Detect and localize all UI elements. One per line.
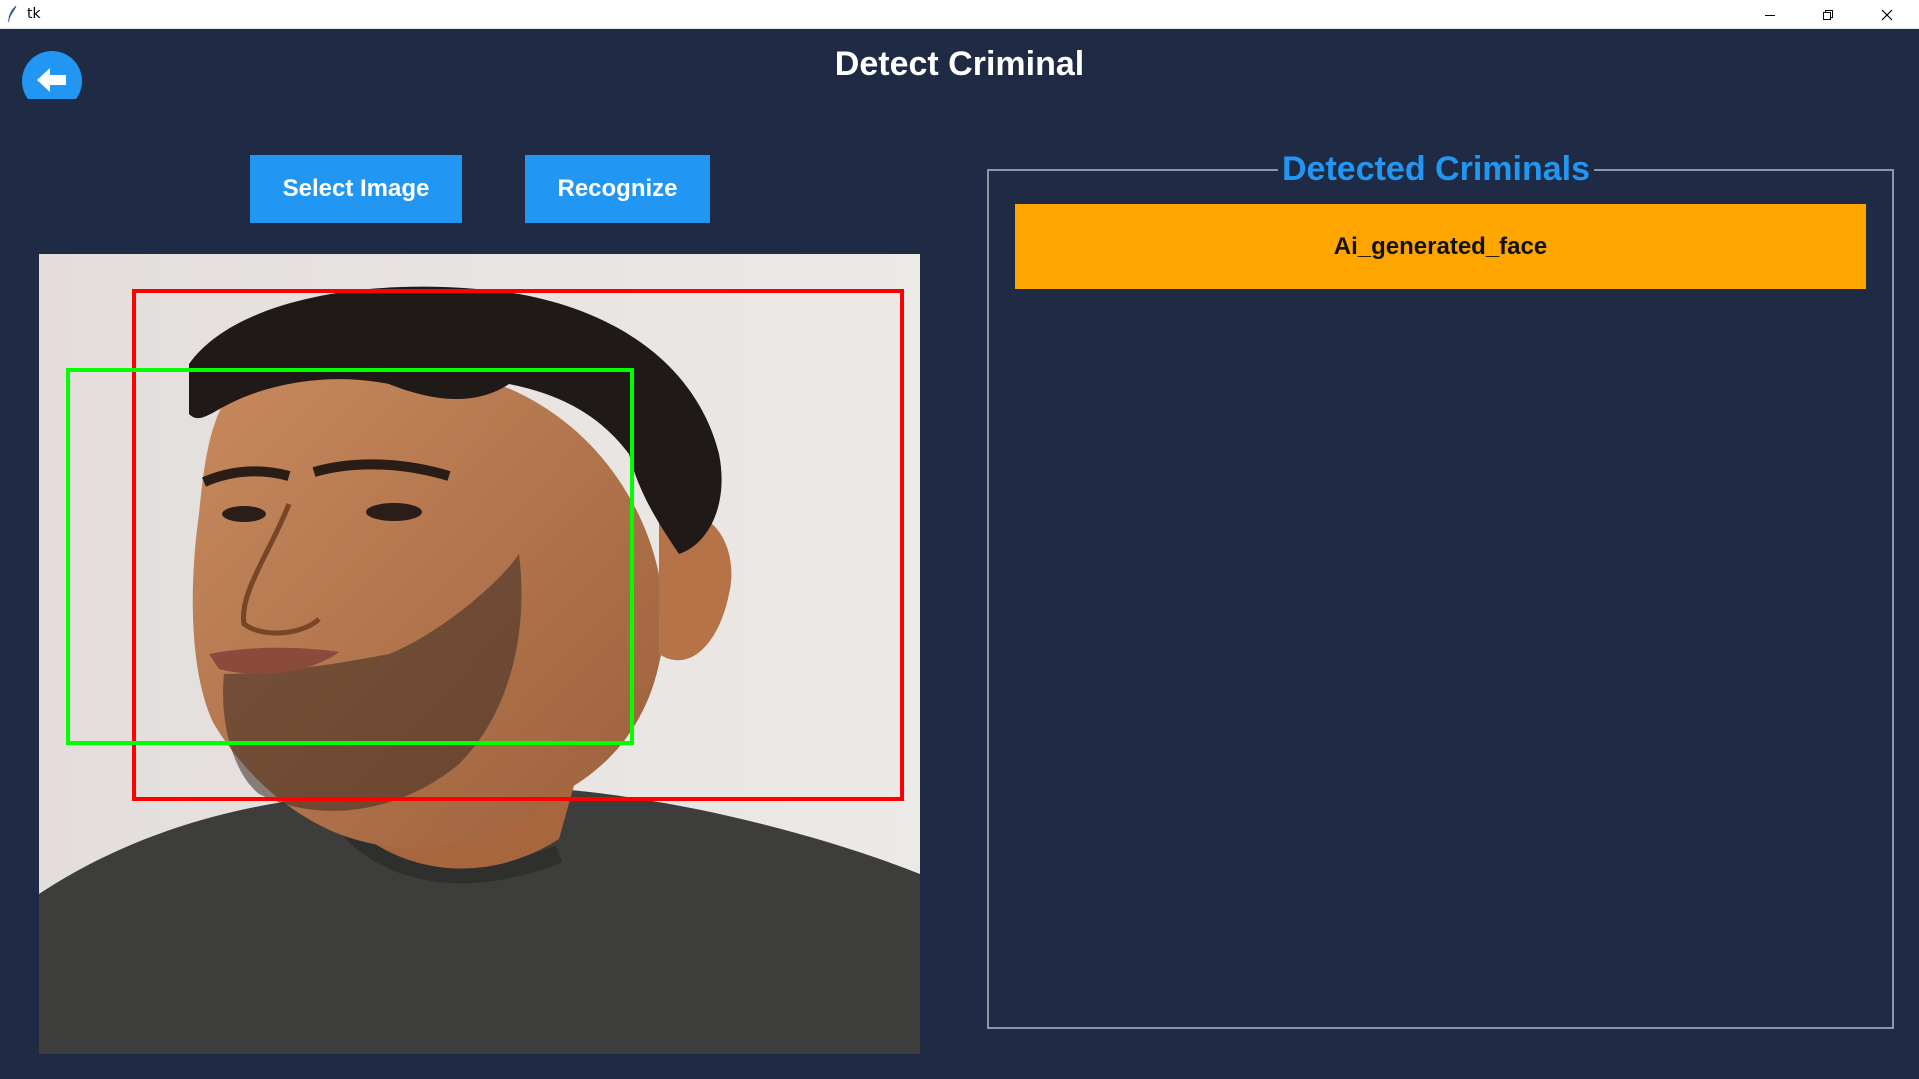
recognize-button[interactable]: Recognize: [525, 155, 710, 223]
detected-criminals-panel: [987, 169, 1894, 1029]
main-content: Detect Criminal Select Image Recognize D…: [0, 29, 1919, 1079]
close-icon: [1881, 9, 1893, 20]
close-button[interactable]: [1858, 0, 1916, 29]
detected-criminal-item[interactable]: Ai_generated_face: [1015, 204, 1866, 289]
restore-icon: [1823, 9, 1833, 20]
minimize-icon: [1765, 14, 1775, 16]
image-preview: [39, 254, 920, 1054]
feather-icon: [8, 5, 17, 22]
minimize-button[interactable]: [1741, 0, 1799, 29]
face-photo: [39, 254, 920, 1054]
restore-button[interactable]: [1799, 0, 1857, 29]
page-title: Detect Criminal: [834, 45, 1085, 83]
window-title: tk: [27, 6, 41, 22]
detected-criminals-title: Detected Criminals: [1278, 148, 1594, 190]
select-image-button[interactable]: Select Image: [250, 155, 462, 223]
window-titlebar: tk: [0, 0, 1919, 29]
